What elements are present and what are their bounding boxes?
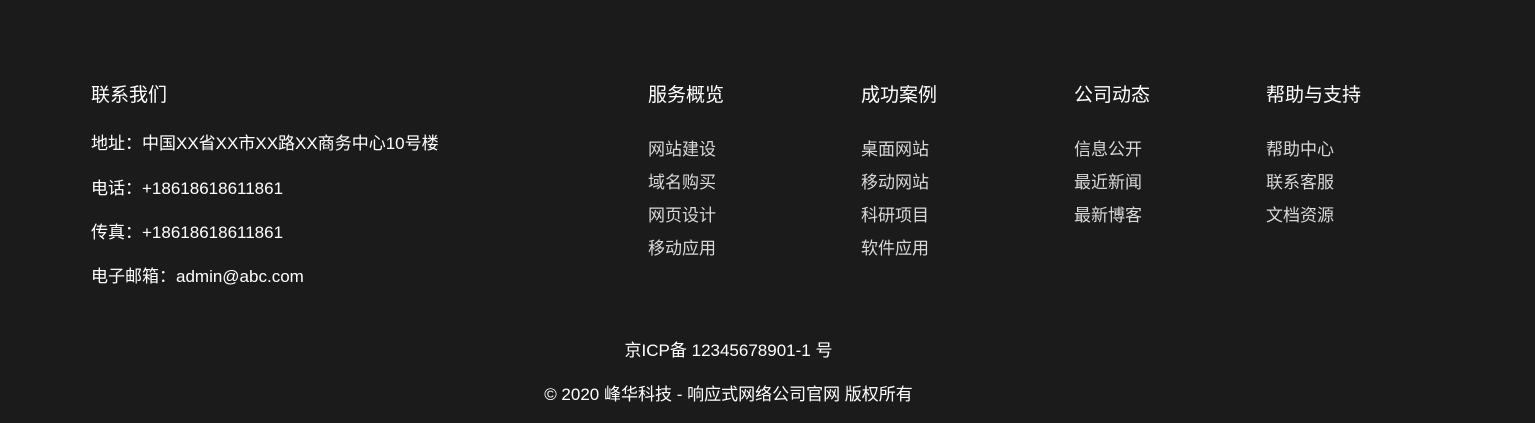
fax-label: 传真：	[91, 223, 142, 242]
link-contact-support[interactable]: 联系客服	[1266, 166, 1334, 199]
help-title: 帮助与支持	[1266, 85, 1362, 106]
news-title: 公司动态	[1074, 85, 1151, 106]
link-recent-news[interactable]: 最近新闻	[1074, 166, 1142, 199]
contact-phone: 电话：+18618618611861	[91, 178, 283, 200]
copyright-notice: © 2020 峰华科技 - 响应式网络公司官网 版权所有	[544, 385, 913, 404]
link-latest-blog[interactable]: 最新博客	[1074, 199, 1142, 232]
site-footer: 联系我们 地址：中国XX省XX市XX路XX商务中心10号楼 电话：+186186…	[0, 0, 1535, 423]
address-label: 地址：	[91, 134, 142, 153]
link-mobile-apps[interactable]: 移动应用	[648, 232, 716, 265]
email-value[interactable]: admin@abc.com	[176, 267, 304, 286]
link-mobile-sites[interactable]: 移动网站	[861, 166, 929, 199]
link-desktop-sites[interactable]: 桌面网站	[861, 133, 929, 166]
services-links: 网站建设 域名购买 网页设计 移动应用	[648, 133, 716, 265]
cases-title: 成功案例	[861, 85, 938, 106]
email-label: 电子邮箱：	[91, 267, 176, 286]
link-web-design[interactable]: 网页设计	[648, 199, 716, 232]
link-research-projects[interactable]: 科研项目	[861, 199, 929, 232]
services-title: 服务概览	[648, 85, 725, 106]
link-website-building[interactable]: 网站建设	[648, 133, 716, 166]
news-links: 信息公开 最近新闻 最新博客	[1074, 133, 1142, 232]
link-software-apps[interactable]: 软件应用	[861, 232, 929, 265]
contact-fax: 传真：+18618618611861	[91, 222, 283, 244]
services-section: 服务概览 网站建设 域名购买 网页设计 移动应用	[648, 84, 848, 258]
contact-section: 联系我们 地址：中国XX省XX市XX路XX商务中心10号楼 电话：+186186…	[91, 84, 551, 286]
link-domain-purchase[interactable]: 域名购买	[648, 166, 716, 199]
help-links: 帮助中心 联系客服 文档资源	[1266, 133, 1334, 232]
contact-address: 地址：中国XX省XX市XX路XX商务中心10号楼	[91, 133, 439, 155]
icp-record: 京ICP备 12345678901-1 号	[624, 341, 833, 360]
contact-title: 联系我们	[91, 85, 168, 106]
link-info-disclosure[interactable]: 信息公开	[1074, 133, 1142, 166]
cases-links: 桌面网站 移动网站 科研项目 软件应用	[861, 133, 929, 265]
link-help-center[interactable]: 帮助中心	[1266, 133, 1334, 166]
help-section: 帮助与支持 帮助中心 联系客服 文档资源	[1266, 84, 1466, 225]
link-docs-resources[interactable]: 文档资源	[1266, 199, 1334, 232]
phone-value: +18618618611861	[142, 179, 284, 198]
contact-email: 电子邮箱：admin@abc.com	[91, 266, 304, 288]
cases-section: 成功案例 桌面网站 移动网站 科研项目 软件应用	[861, 84, 1061, 258]
fax-value: +18618618611861	[142, 223, 284, 242]
news-section: 公司动态 信息公开 最近新闻 最新博客	[1074, 84, 1254, 225]
phone-label: 电话：	[91, 179, 142, 198]
address-value: 中国XX省XX市XX路XX商务中心10号楼	[142, 134, 439, 153]
